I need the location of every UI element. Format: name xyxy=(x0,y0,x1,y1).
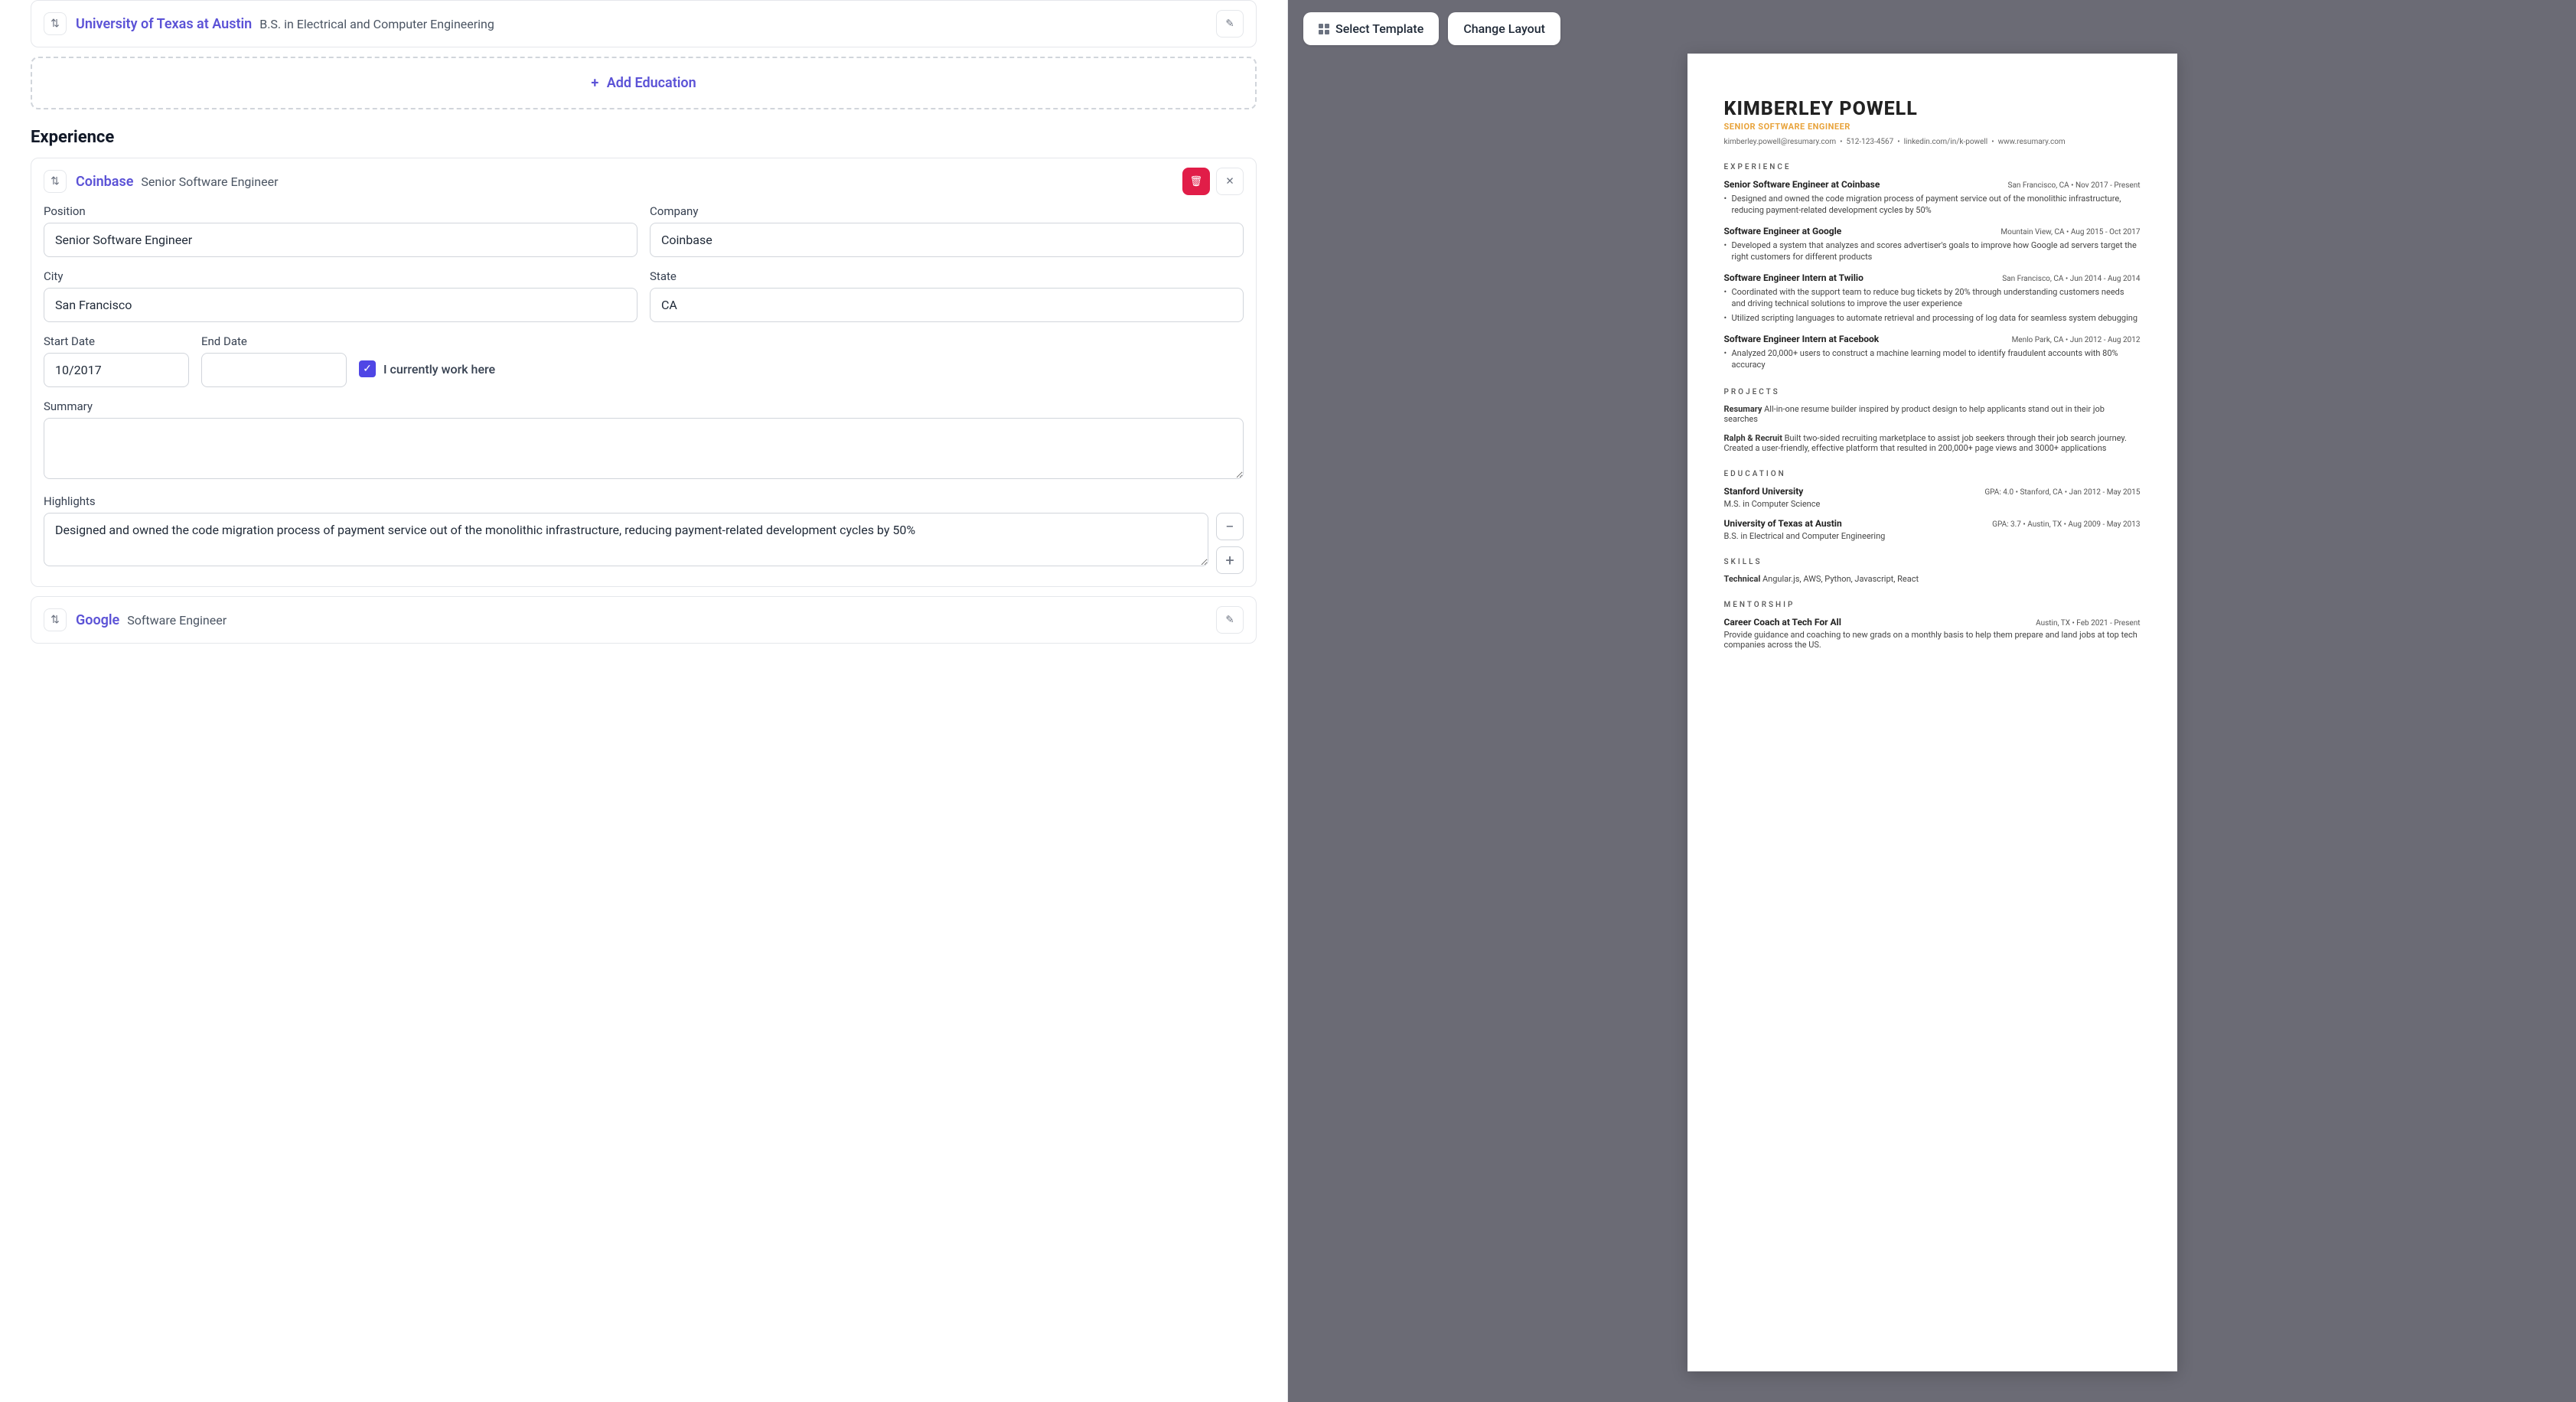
close-icon: ✕ xyxy=(1225,176,1234,187)
state-input[interactable] xyxy=(650,288,1244,322)
start-date-label: Start Date xyxy=(44,334,189,348)
add-education-label: Add Education xyxy=(607,75,696,91)
position-input[interactable] xyxy=(44,223,637,257)
drag-handle-icon[interactable]: ⇅ xyxy=(44,12,67,35)
experience-title: Coinbase xyxy=(76,174,133,190)
position-label: Position xyxy=(44,204,637,218)
education-entry: Stanford UniversityGPA: 4.0 • Stanford, … xyxy=(1724,486,2141,509)
summary-label: Summary xyxy=(44,399,1244,413)
add-education-button[interactable]: + Add Education xyxy=(31,57,1257,109)
select-template-button[interactable]: Select Template xyxy=(1303,12,1439,45)
minus-icon: − xyxy=(1225,517,1234,536)
currently-work-label: I currently work here xyxy=(383,362,495,377)
currently-work-checkbox[interactable]: ✓ xyxy=(359,360,376,377)
state-label: State xyxy=(650,269,1244,283)
mentorship-entry: Career Coach at Tech For All Austin, TX … xyxy=(1724,617,2141,650)
company-input[interactable] xyxy=(650,223,1244,257)
company-label: Company xyxy=(650,204,1244,218)
education-card-ut: ⇅ University of Texas at Austin B.S. in … xyxy=(31,0,1257,47)
experience-heading: Experience xyxy=(31,128,1257,147)
start-date-input[interactable] xyxy=(44,353,189,387)
plus-icon: + xyxy=(591,75,598,91)
add-highlight-button[interactable]: + xyxy=(1216,546,1244,574)
experience-entry: Software Engineer at GoogleMountain View… xyxy=(1724,226,2141,263)
experience-card-coinbase: ⇅ Coinbase Senior Software Engineer 🗑 ✕ … xyxy=(31,158,1257,587)
project-entry: Ralph & Recruit Built two-sided recruiti… xyxy=(1724,433,2141,453)
highlight-textarea[interactable]: Designed and owned the code migration pr… xyxy=(44,513,1208,566)
resume-jobtitle: SENIOR SOFTWARE ENGINEER xyxy=(1724,122,2141,132)
end-date-input[interactable] xyxy=(201,353,347,387)
education-subtitle: B.S. in Electrical and Computer Engineer… xyxy=(259,17,494,31)
edit-button[interactable]: ✎ xyxy=(1216,10,1244,37)
section-education: EDUCATION xyxy=(1724,470,2141,478)
experience-entry: Software Engineer Intern at FacebookMenl… xyxy=(1724,334,2141,371)
city-input[interactable] xyxy=(44,288,637,322)
editor-panel: ⇅ University of Texas at Austin B.S. in … xyxy=(0,0,1288,1402)
grid-icon xyxy=(1319,24,1329,34)
experience-subtitle: Senior Software Engineer xyxy=(141,174,278,189)
preview-panel: Select Template Change Layout KIMBERLEY … xyxy=(1288,0,2576,1402)
check-icon: ✓ xyxy=(363,363,372,375)
experience-title: Google xyxy=(76,612,119,628)
drag-handle-icon[interactable]: ⇅ xyxy=(44,608,67,631)
edit-button[interactable]: ✎ xyxy=(1216,606,1244,634)
education-entry: University of Texas at AustinGPA: 3.7 • … xyxy=(1724,518,2141,541)
pencil-icon: ✎ xyxy=(1225,18,1234,30)
drag-handle-icon[interactable]: ⇅ xyxy=(44,170,67,193)
education-title: University of Texas at Austin xyxy=(76,16,252,32)
plus-icon: + xyxy=(1225,551,1234,569)
section-experience: EXPERIENCE xyxy=(1724,163,2141,171)
collapse-button[interactable]: ✕ xyxy=(1216,168,1244,195)
experience-entry: Software Engineer Intern at TwilioSan Fr… xyxy=(1724,272,2141,324)
change-layout-label: Change Layout xyxy=(1463,21,1545,36)
remove-highlight-button[interactable]: − xyxy=(1216,513,1244,540)
select-template-label: Select Template xyxy=(1335,21,1423,36)
trash-icon: 🗑 xyxy=(1190,176,1203,187)
section-skills: SKILLS xyxy=(1724,558,2141,566)
resume-name: KIMBERLEY POWELL xyxy=(1724,98,2141,120)
experience-card-google: ⇅ Google Software Engineer ✎ xyxy=(31,596,1257,644)
pencil-icon: ✎ xyxy=(1225,615,1234,626)
section-mentorship: MENTORSHIP xyxy=(1724,601,2141,609)
section-projects: PROJECTS xyxy=(1724,388,2141,396)
experience-entry: Senior Software Engineer at CoinbaseSan … xyxy=(1724,179,2141,217)
change-layout-button[interactable]: Change Layout xyxy=(1448,12,1560,45)
skills-entry: Technical Angular.js, AWS, Python, Javas… xyxy=(1724,574,2141,584)
project-entry: Resumary All-in-one resume builder inspi… xyxy=(1724,404,2141,424)
city-label: City xyxy=(44,269,637,283)
resume-contact: kimberley.powell@resumary.com•512-123-45… xyxy=(1724,138,2141,146)
experience-subtitle: Software Engineer xyxy=(127,613,227,628)
summary-textarea[interactable] xyxy=(44,418,1244,479)
highlights-label: Highlights xyxy=(44,494,1244,508)
delete-button[interactable]: 🗑 xyxy=(1182,168,1210,195)
end-date-label: End Date xyxy=(201,334,347,348)
resume-preview: KIMBERLEY POWELL SENIOR SOFTWARE ENGINEE… xyxy=(1687,54,2177,1371)
